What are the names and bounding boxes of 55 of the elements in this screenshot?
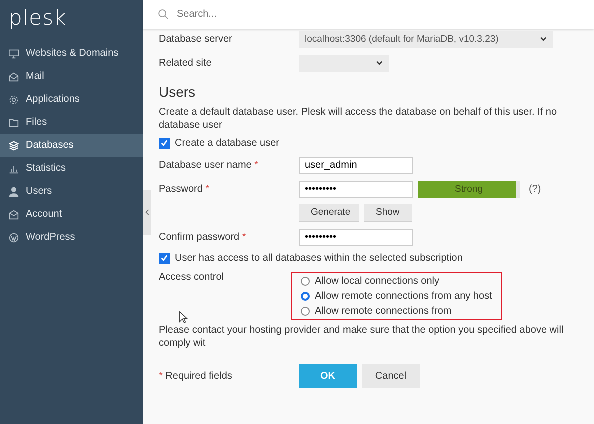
chevron-left-icon [144,209,150,216]
field-label: Database user name * [159,160,260,171]
sidebar-item[interactable]: Statistics [0,157,143,180]
checkbox-label: Create a database user [175,138,280,149]
password-button[interactable]: Generate [299,204,359,222]
notice-text: Please contact your hosting provider and make sure that the option you specified above will comply wit [159,324,565,350]
search-icon [158,9,169,20]
mail-icon [9,72,19,82]
radio-button[interactable] [301,307,310,316]
sidebar-item[interactable]: Account [0,203,143,226]
mouse-pointer-icon [179,311,188,324]
server-select[interactable]: localhost:3306 (default for MariaDB, v10.3.23) [299,31,553,48]
field-label: Confirm password * [159,232,248,243]
sidebar-item[interactable]: Users [0,180,143,203]
section-heading: Users [159,84,197,100]
wordpress-icon [9,232,19,242]
section-description: Create a default database user. Plesk will access the database on behalf of this user. If no database user [159,106,558,132]
sidebar-item[interactable]: Applications [0,88,143,111]
chart-icon [9,164,19,174]
checkbox[interactable] [159,253,170,264]
confirm-password-field[interactable]: ••••••••• [299,229,413,246]
field-label: Password * [159,184,211,195]
checkbox[interactable] [159,138,170,149]
field-label: Related site [159,58,213,69]
caret-icon [376,61,383,66]
strength-label: Strong [454,183,484,197]
folder-icon [9,118,19,128]
caret-icon [540,37,547,42]
radio-label: Allow local connections only [315,276,440,287]
sidebar-item[interactable]: Mail [0,65,143,88]
field-label: Access control [159,272,226,283]
gear-icon [9,94,19,104]
collapse-handle[interactable] [143,190,151,235]
radio-label: Allow remote connections from any host [315,291,492,302]
radio-button[interactable] [301,277,310,286]
search-field[interactable]: Search... [175,8,379,21]
monitor-icon [9,48,19,58]
sidebar-item[interactable]: Websites & Domains [0,42,143,65]
help-link[interactable]: (?) [529,184,542,195]
checkbox-label: User has access to all databases within the selected subscription [175,253,463,264]
sidebar-item[interactable]: WordPress [0,226,143,249]
sidebar-item[interactable]: Databases [0,134,143,157]
layers-icon [9,140,19,150]
password-button[interactable]: Show [364,204,412,222]
sidebar-item[interactable]: Files [0,111,143,134]
password-field[interactable]: ••••••••• [299,181,413,198]
user-icon [9,186,19,196]
user-name-field[interactable]: user_admin [299,157,413,174]
field-label: Database server [159,34,234,45]
radio-label: Allow remote connections from [315,306,452,317]
required-note: * Required fields [159,370,234,382]
cancel-button[interactable]: Cancel [362,364,420,388]
account-icon [9,210,19,220]
logo: plesk [8,5,68,32]
radio-button[interactable] [301,292,310,301]
